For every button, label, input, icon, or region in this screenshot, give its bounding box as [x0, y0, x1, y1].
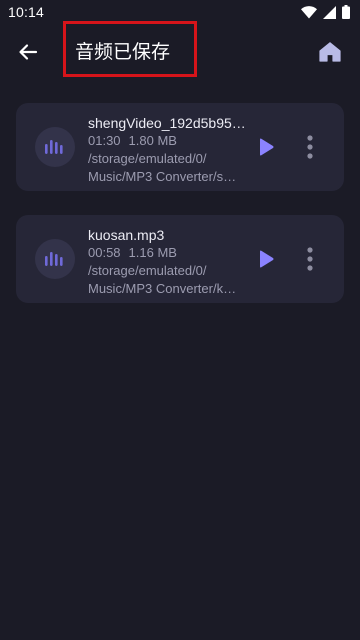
- file-duration: 01:30: [88, 133, 121, 148]
- file-duration: 00:58: [88, 245, 121, 260]
- file-path-line1: /storage/emulated/0/: [88, 263, 207, 278]
- play-button[interactable]: [254, 135, 278, 159]
- more-options-button[interactable]: [300, 243, 320, 275]
- status-icons: [301, 5, 350, 19]
- file-card[interactable]: shengVideo_192d5b95… 01:30 1.80 MB /stora…: [16, 103, 344, 191]
- home-icon: [319, 42, 341, 62]
- home-button[interactable]: [316, 38, 344, 66]
- more-vertical-icon: [307, 247, 313, 271]
- file-path-line2: Music/MP3 Converter/s…: [88, 169, 237, 184]
- audio-wave-icon: [35, 127, 75, 167]
- arrow-left-icon: [19, 44, 38, 60]
- file-size: 1.80 MB: [128, 133, 177, 148]
- file-name: kuosan.mp3: [88, 227, 165, 243]
- play-icon: [260, 250, 274, 268]
- more-options-button[interactable]: [300, 131, 320, 163]
- file-meta: 01:30 1.80 MB: [88, 132, 253, 150]
- battery-icon: [342, 5, 350, 19]
- app-bar: 音频已保存: [0, 21, 360, 80]
- file-size: 1.16 MB: [128, 245, 177, 260]
- more-vertical-icon: [307, 135, 313, 159]
- file-path-line1: /storage/emulated/0/: [88, 151, 207, 166]
- back-button[interactable]: [12, 36, 44, 68]
- file-name: shengVideo_192d5b95…: [88, 115, 246, 131]
- file-info: kuosan.mp3 00:58 1.16 MB /storage/emulate…: [88, 226, 253, 298]
- title-highlight: 音频已保存: [63, 21, 197, 77]
- audio-wave-icon: [35, 239, 75, 279]
- play-icon: [260, 138, 274, 156]
- file-card[interactable]: kuosan.mp3 00:58 1.16 MB /storage/emulate…: [16, 215, 344, 303]
- status-time: 10:14: [8, 4, 45, 20]
- file-path-line2: Music/MP3 Converter/k…: [88, 281, 237, 296]
- file-meta: 00:58 1.16 MB: [88, 244, 253, 262]
- page-title: 音频已保存: [75, 41, 171, 63]
- file-info: shengVideo_192d5b95… 01:30 1.80 MB /stora…: [88, 114, 253, 186]
- play-button[interactable]: [254, 247, 278, 271]
- signal-icon: [323, 5, 336, 19]
- wifi-icon: [301, 5, 317, 18]
